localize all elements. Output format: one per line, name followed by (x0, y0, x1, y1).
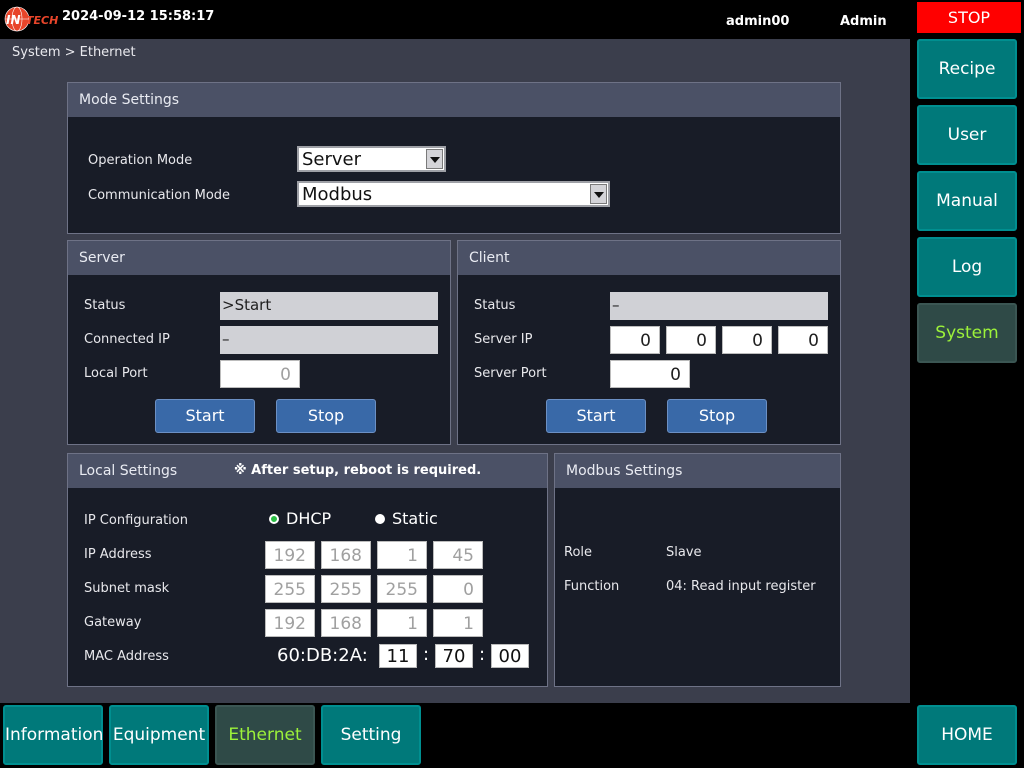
gateway-octet-3: 1 (377, 609, 427, 637)
dhcp-label[interactable]: DHCP (286, 509, 331, 528)
mac-part-2[interactable]: 70 (435, 644, 473, 668)
subnet-label: Subnet mask (84, 581, 170, 596)
svg-text:TECH: TECH (26, 14, 58, 27)
sidebar-item-recipe[interactable]: Recipe (917, 39, 1017, 99)
ip-address-octet-4: 45 (433, 541, 483, 569)
role-value: Slave (666, 545, 702, 560)
local-settings-panel: Local Settings ※ After setup, reboot is … (67, 453, 548, 687)
operation-mode-label: Operation Mode (88, 153, 193, 168)
server-status-label: Status (84, 298, 126, 313)
server-stop-button[interactable]: Stop (276, 399, 376, 433)
connected-ip-label: Connected IP (84, 332, 170, 347)
subnet-octet-4: 0 (433, 575, 483, 603)
sidebar-item-user[interactable]: User (917, 105, 1017, 165)
mac-separator: : (479, 644, 486, 665)
gateway-label: Gateway (84, 615, 142, 630)
chevron-down-icon[interactable] (426, 149, 443, 169)
mac-separator: : (423, 644, 430, 665)
mode-settings-panel: Mode Settings Operation Mode Server Comm… (67, 82, 841, 234)
mac-part-1[interactable]: 11 (379, 644, 417, 668)
server-ip-octet-4[interactable]: 0 (778, 326, 828, 354)
client-title: Client (458, 241, 840, 275)
connected-ip-field: – (220, 326, 438, 354)
datetime: 2024-09-12 15:58:17 (62, 9, 215, 24)
subnet-octet-1: 255 (265, 575, 315, 603)
function-value: 04: Read input register (666, 579, 816, 594)
server-title: Server (68, 241, 450, 275)
communication-mode-label: Communication Mode (88, 188, 231, 203)
svg-text:IN: IN (6, 13, 21, 27)
server-status-field: >Start (220, 292, 438, 320)
client-status-field: – (610, 292, 828, 320)
role-label: Role (564, 545, 593, 560)
client-status-label: Status (474, 298, 516, 313)
server-port-label: Server Port (474, 366, 547, 381)
tab-setting[interactable]: Setting (321, 705, 421, 765)
static-radio[interactable] (375, 514, 385, 524)
mac-part-3[interactable]: 00 (491, 644, 529, 668)
ip-address-label: IP Address (84, 547, 152, 562)
client-start-button[interactable]: Start (546, 399, 646, 433)
dhcp-radio[interactable] (269, 514, 279, 524)
sidebar-item-log[interactable]: Log (917, 237, 1017, 297)
subnet-octet-3: 255 (377, 575, 427, 603)
static-label[interactable]: Static (392, 509, 438, 528)
tab-ethernet[interactable]: Ethernet (215, 705, 315, 765)
server-panel: Server Status >Start Connected IP – Loca… (67, 240, 451, 445)
ip-address-octet-2: 168 (321, 541, 371, 569)
home-button[interactable]: HOME (917, 705, 1017, 765)
sidebar-item-system[interactable]: System (917, 303, 1017, 363)
operation-mode-value: Server (302, 149, 362, 170)
server-ip-label: Server IP (474, 332, 533, 347)
communication-mode-select[interactable]: Modbus (297, 181, 610, 207)
modbus-settings-title: Modbus Settings (555, 454, 840, 488)
server-ip-octet-1[interactable]: 0 (610, 326, 660, 354)
stop-button[interactable]: STOP (917, 2, 1021, 33)
intech-logo: IN TECH (4, 4, 58, 34)
sidebar-item-manual[interactable]: Manual (917, 171, 1017, 231)
gateway-octet-1: 192 (265, 609, 315, 637)
tab-information[interactable]: Information (3, 705, 103, 765)
tab-equipment[interactable]: Equipment (109, 705, 209, 765)
local-port-label: Local Port (84, 366, 148, 381)
gateway-octet-2: 168 (321, 609, 371, 637)
server-port-input[interactable]: 0 (610, 360, 690, 388)
ip-address-octet-3: 1 (377, 541, 427, 569)
modbus-settings-panel: Modbus Settings Role Slave Function 04: … (554, 453, 841, 687)
mac-prefix: 60:DB:2A: (277, 645, 368, 666)
ip-address-octet-1: 192 (265, 541, 315, 569)
chevron-down-icon[interactable] (590, 184, 607, 204)
mac-address-label: MAC Address (84, 649, 169, 664)
communication-mode-value: Modbus (302, 184, 373, 205)
user-role: Admin (840, 14, 887, 29)
gateway-octet-4: 1 (433, 609, 483, 637)
user-name: admin00 (726, 14, 790, 29)
server-start-button[interactable]: Start (155, 399, 255, 433)
mode-settings-title: Mode Settings (68, 83, 840, 117)
client-stop-button[interactable]: Stop (667, 399, 767, 433)
ip-config-label: IP Configuration (84, 513, 188, 528)
server-ip-octet-3[interactable]: 0 (722, 326, 772, 354)
reboot-note: ※ After setup, reboot is required. (234, 463, 482, 478)
subnet-octet-2: 255 (321, 575, 371, 603)
operation-mode-select[interactable]: Server (297, 146, 446, 172)
local-port-input[interactable]: 0 (220, 360, 300, 388)
breadcrumb: System > Ethernet (12, 45, 136, 60)
client-panel: Client Status – Server IP 0 0 0 0 Server… (457, 240, 841, 445)
server-ip-octet-2[interactable]: 0 (666, 326, 716, 354)
function-label: Function (564, 579, 620, 594)
